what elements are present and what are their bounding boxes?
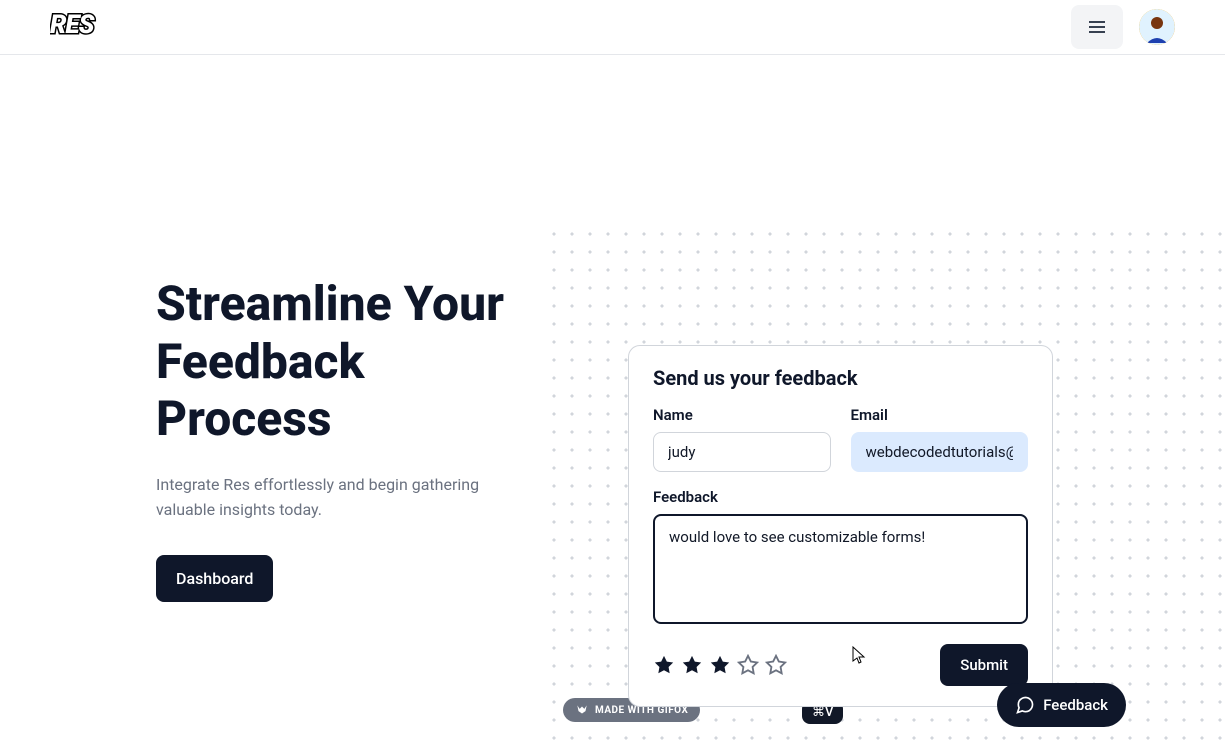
- avatar-icon: [1139, 9, 1175, 45]
- dashboard-button[interactable]: Dashboard: [156, 555, 273, 602]
- email-group: Email: [851, 406, 1029, 472]
- hero-right: Send us your feedback Name Email Feedbac…: [540, 55, 1225, 752]
- hero-title: Streamline Your Feedback Process: [156, 275, 540, 448]
- form-row: Name Email: [653, 406, 1028, 472]
- star-icon: [765, 654, 787, 676]
- cursor-icon: [850, 645, 868, 665]
- fox-icon: [575, 703, 589, 717]
- feedback-card-title: Send us your feedback: [653, 366, 1028, 390]
- feedback-group: Feedback: [653, 488, 1028, 628]
- star-icon: [653, 654, 675, 676]
- logo: RES: [50, 7, 140, 47]
- card-footer: Submit: [653, 644, 1028, 686]
- star-5[interactable]: [765, 654, 787, 676]
- avatar[interactable]: [1139, 9, 1175, 45]
- feedback-label: Feedback: [653, 488, 1028, 506]
- name-input[interactable]: [653, 432, 831, 472]
- feedback-pill-button[interactable]: Feedback: [997, 683, 1126, 727]
- name-label: Name: [653, 406, 831, 424]
- hero-left: Streamline Your Feedback Process Integra…: [0, 55, 540, 752]
- menu-button[interactable]: [1071, 5, 1123, 49]
- submit-button[interactable]: Submit: [940, 644, 1028, 686]
- email-label: Email: [851, 406, 1029, 424]
- star-icon: [681, 654, 703, 676]
- star-3[interactable]: [709, 654, 731, 676]
- name-group: Name: [653, 406, 831, 472]
- feedback-card: Send us your feedback Name Email Feedbac…: [628, 345, 1053, 707]
- star-icon: [737, 654, 759, 676]
- feedback-textarea[interactable]: [653, 514, 1028, 624]
- star-1[interactable]: [653, 654, 675, 676]
- star-rating: [653, 654, 787, 676]
- svg-text:RES: RES: [50, 10, 95, 40]
- star-icon: [709, 654, 731, 676]
- star-4[interactable]: [737, 654, 759, 676]
- hero-subtitle: Integrate Res effortlessly and begin gat…: [156, 472, 540, 523]
- header-actions: [1071, 5, 1175, 49]
- chat-icon: [1015, 695, 1035, 715]
- email-input[interactable]: [851, 432, 1029, 472]
- menu-icon: [1085, 15, 1109, 39]
- star-2[interactable]: [681, 654, 703, 676]
- main: Streamline Your Feedback Process Integra…: [0, 55, 1225, 752]
- feedback-pill-label: Feedback: [1043, 696, 1108, 714]
- header: RES: [0, 0, 1225, 55]
